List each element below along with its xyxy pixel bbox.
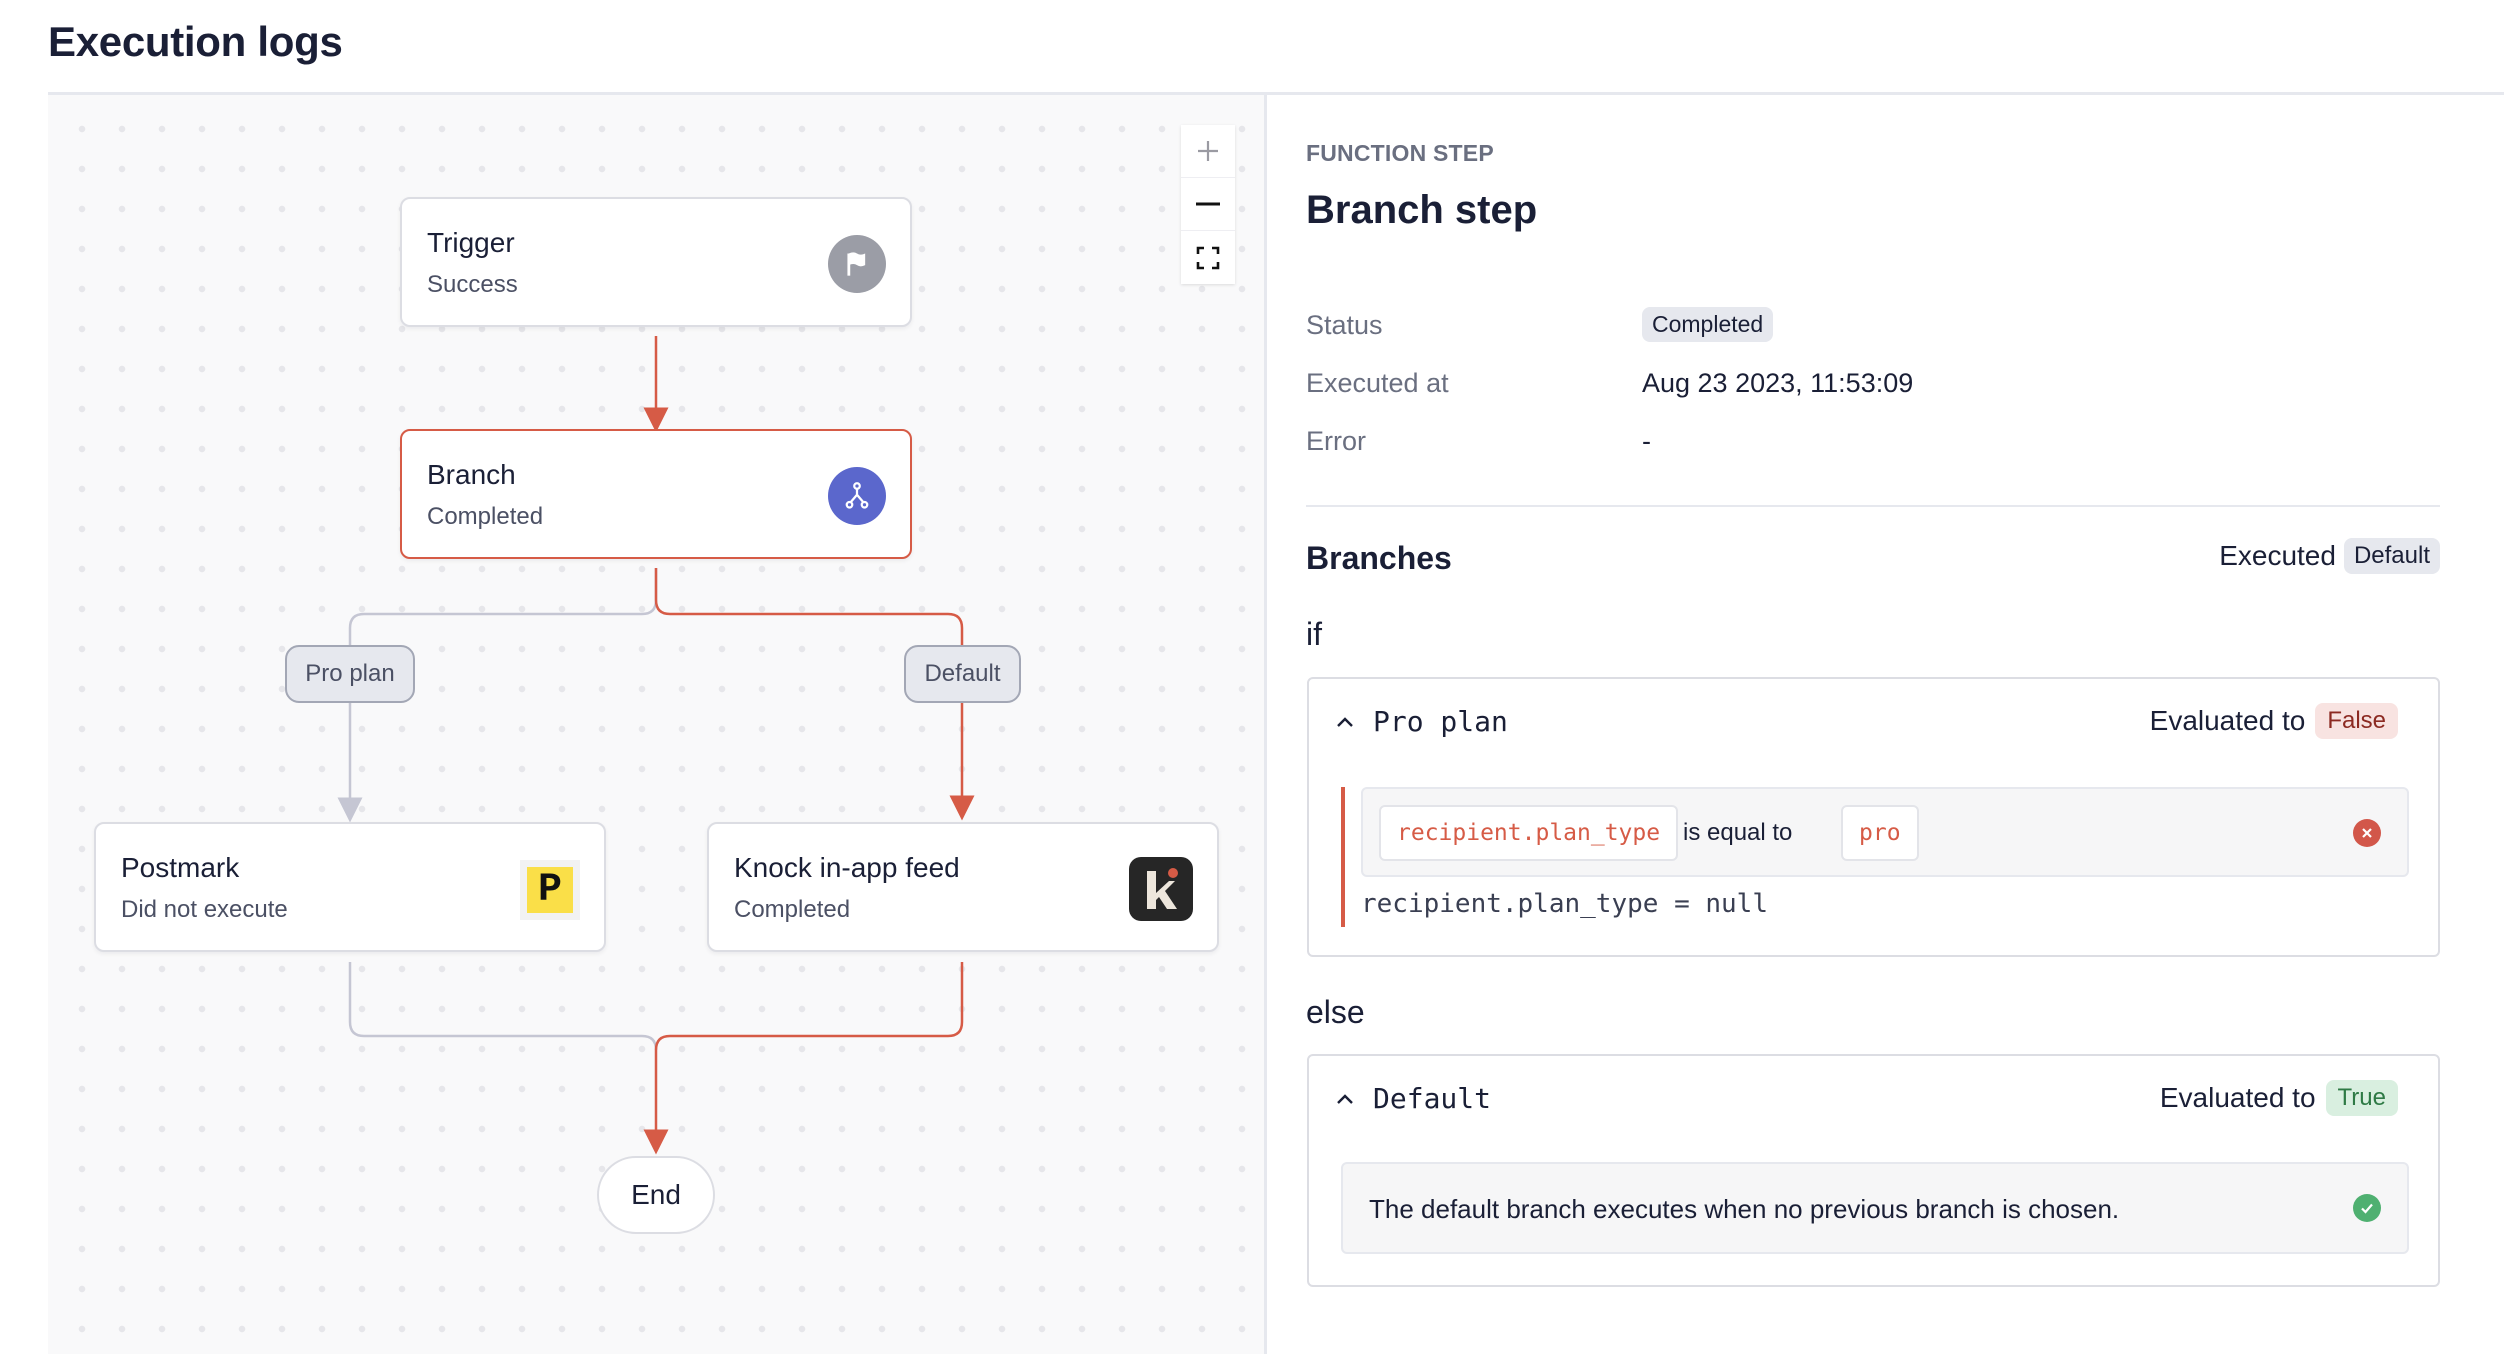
fullscreen-icon <box>1196 246 1220 269</box>
flag-icon <box>828 235 886 293</box>
else-keyword: else <box>1306 994 1365 1030</box>
evaluated-false-badge: False <box>2315 703 2398 739</box>
branch-card-toggle[interactable]: Pro plan <box>1335 705 1508 738</box>
condition-value: pro <box>1841 805 1919 861</box>
node-status: Success <box>427 271 518 298</box>
default-branch-description-box: The default branch executes when no prev… <box>1341 1162 2409 1254</box>
branch-card-pro-plan: Pro plan Evaluated to False recipient.pl… <box>1307 677 2440 957</box>
branch-evaluation: Evaluated to True <box>2160 1080 2398 1116</box>
step-title: Branch step <box>1306 188 1538 232</box>
branch-icon <box>828 467 886 525</box>
status-label: Status <box>1306 310 1383 340</box>
zoom-controls <box>1181 125 1235 284</box>
step-type-label: FUNCTION STEP <box>1306 140 1494 166</box>
node-status: Did not execute <box>121 896 288 923</box>
workflow-node-end[interactable]: End <box>597 1156 715 1234</box>
executed-label: Executed <box>2219 540 2336 571</box>
chevron-up-icon <box>1337 1093 1353 1104</box>
success-check-icon <box>2353 1194 2381 1222</box>
plus-icon <box>1198 141 1218 161</box>
failed-icon <box>2353 819 2381 847</box>
knock-logo-icon <box>1129 857 1193 921</box>
zoom-in-button[interactable] <box>1181 125 1235 178</box>
condition-group: recipient.plan_type is equal to pro reci… <box>1341 787 2409 927</box>
executed-branch-badge: Default <box>2343 538 2440 574</box>
zoom-out-button[interactable] <box>1181 178 1235 231</box>
page-title: Execution logs <box>48 18 343 65</box>
workflow-node-branch[interactable]: Branch Completed <box>400 429 912 559</box>
workflow-node-knock-in-app-feed[interactable]: Knock in-app feed Completed <box>707 822 1219 952</box>
node-status: Completed <box>734 896 851 923</box>
branch-evaluation: Evaluated to False <box>2150 703 2398 739</box>
fit-view-button[interactable] <box>1181 231 1235 284</box>
executed-branch: Executed Default <box>2219 538 2440 574</box>
branches-title: Branches <box>1306 540 1452 576</box>
default-branch-description: The default branch executes when no prev… <box>1369 1194 2120 1224</box>
postmark-logo-letter: P <box>527 867 573 913</box>
evaluated-true-badge: True <box>2325 1080 2398 1116</box>
node-title: Branch <box>427 459 516 490</box>
edge-label-default[interactable]: Default <box>904 645 1021 703</box>
node-status: Completed <box>427 503 544 530</box>
branch-card-toggle[interactable]: Default <box>1335 1082 1491 1115</box>
workflow-node-trigger[interactable]: Trigger Success <box>400 197 912 327</box>
condition-variable: recipient.plan_type <box>1379 805 1679 861</box>
evaluated-label: Evaluated to <box>2159 1082 2316 1113</box>
branch-name: Pro plan <box>1373 705 1508 738</box>
condition-row: recipient.plan_type is equal to pro <box>1361 787 2409 877</box>
chevron-up-icon <box>1337 716 1353 727</box>
evaluated-label: Evaluated to <box>2149 705 2306 736</box>
branch-name: Default <box>1373 1082 1492 1115</box>
edge-label-pro-plan[interactable]: Pro plan <box>285 645 415 703</box>
error-label: Error <box>1306 426 1366 456</box>
status-badge: Completed <box>1642 307 1774 342</box>
executed-at-label: Executed at <box>1306 368 1449 398</box>
workflow-node-postmark[interactable]: Postmark Did not execute P <box>94 822 606 952</box>
section-divider <box>1306 505 2440 507</box>
node-title: Knock in-app feed <box>734 852 960 883</box>
if-keyword: if <box>1306 616 1322 652</box>
minus-icon <box>1196 202 1220 206</box>
branch-card-default: Default Evaluated to True The default br… <box>1307 1054 2440 1287</box>
node-title: Trigger <box>427 227 515 258</box>
postmark-logo-icon: P <box>520 860 580 920</box>
executed-at-value: Aug 23 2023, 11:53:09 <box>1642 368 1914 398</box>
condition-result: recipient.plan_type = null <box>1361 889 1768 919</box>
condition-operator: is equal to <box>1683 819 1793 846</box>
node-title: Postmark <box>121 852 240 883</box>
error-value: - <box>1642 426 1651 456</box>
